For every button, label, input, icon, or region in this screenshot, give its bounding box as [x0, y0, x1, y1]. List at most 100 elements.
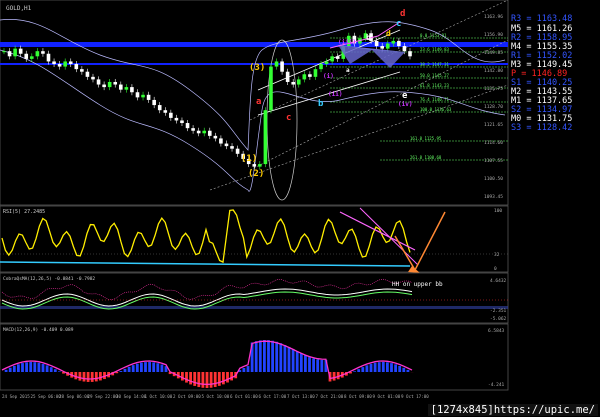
fib-label: 0.0 1153.91: [420, 33, 447, 38]
candle-body: [13, 48, 17, 57]
price-tick: 1100.50: [484, 176, 503, 182]
wave-label-c-top: c: [396, 19, 401, 29]
macd-bar: [291, 349, 295, 372]
candle-body: [74, 64, 79, 70]
macd-bar: [131, 365, 135, 372]
candle-body: [68, 61, 73, 65]
price-tick: 1163.96: [484, 14, 503, 20]
macd-bar: [402, 367, 406, 372]
candle-body: [296, 79, 301, 85]
wave-label-e: e: [402, 91, 408, 101]
candle-body: [52, 61, 56, 65]
candle-body: [169, 112, 173, 118]
time-tick: 5 Oct 10:00: [202, 394, 230, 399]
macd-bar: [304, 355, 307, 372]
macd-bar: [197, 372, 201, 388]
macd-bar: [205, 372, 209, 388]
candle-body: [330, 56, 334, 62]
candle-body: [180, 120, 184, 124]
macd-bar: [181, 372, 184, 381]
fib-label: 76.4 1140.71: [420, 97, 449, 102]
fib-label: 161.8 1125.95: [410, 136, 442, 141]
macd-bar: [222, 372, 225, 385]
macd-bar: [135, 363, 139, 372]
candle-body: [163, 110, 168, 113]
time-tick: 8 Oct 09:00: [344, 394, 372, 399]
candle-body: [141, 94, 145, 98]
price-tick: 1121.65: [484, 122, 503, 128]
macd-bar: [377, 362, 381, 372]
qqe-tick: -2.351: [490, 308, 507, 314]
candle-body: [96, 79, 101, 85]
rsi-label: RSI(5) 27.2485: [3, 209, 45, 215]
macd-bar: [189, 372, 192, 385]
candle-body: [46, 53, 51, 62]
candle-body: [302, 74, 307, 80]
fib-label: 100.0 1136.63: [420, 107, 452, 112]
wave-label-a2: a: [346, 67, 350, 74]
macd-bar: [279, 343, 283, 372]
wave-label-b: b: [318, 99, 324, 109]
candle-body: [402, 46, 407, 52]
macd-bar: [140, 362, 143, 372]
macd-bar: [78, 372, 82, 381]
candle-body: [157, 105, 162, 111]
candle-body: [324, 61, 329, 65]
candle-body: [202, 130, 207, 134]
qqe-note: HH on upper bb: [392, 281, 443, 288]
candle-body: [408, 51, 412, 57]
symbol-title: GOLD,H1: [6, 5, 32, 12]
fib-label: 50.0 1145.27: [420, 73, 449, 78]
macd-bar: [386, 362, 389, 372]
candle-body: [374, 40, 379, 47]
macd-bar: [86, 372, 90, 382]
qqe-tick: -5.062: [490, 316, 507, 322]
candle-body: [2, 51, 6, 53]
macd-bar: [361, 367, 365, 372]
time-tick: 9 Oct 17:00: [401, 394, 429, 399]
fib-label: 261.8 1108.68: [410, 155, 442, 160]
time-tick: 6 Oct 01:00: [230, 394, 258, 399]
candle-body: [213, 135, 218, 139]
time-tick: 7 Oct 21:00: [316, 394, 344, 399]
candle-body: [230, 146, 234, 149]
macd-bar: [94, 372, 98, 382]
time-tick: 2 Oct 09:00: [173, 394, 201, 399]
wave-label-d2: d: [386, 29, 391, 38]
macd-bar: [369, 363, 373, 372]
macd-bar: [365, 365, 369, 372]
wave-label-c: c: [286, 113, 291, 123]
macd-label: MACD(12,26,9) -0.409 0.089: [3, 327, 74, 333]
candle-body: [80, 69, 84, 72]
macd-bar: [8, 367, 12, 372]
macd-bar: [226, 372, 229, 383]
macd-bar: [230, 372, 233, 381]
price-tick: 1149.85: [484, 50, 503, 56]
candle-body: [41, 51, 45, 54]
macd-bar: [193, 372, 197, 386]
candle-body: [7, 51, 12, 57]
candle-body: [85, 71, 90, 77]
candle-body: [291, 81, 296, 85]
wave-label-3: (3): [249, 63, 265, 73]
macd-bar: [299, 353, 303, 372]
candle-body: [30, 56, 34, 59]
macd-bar: [37, 362, 41, 372]
wave-label-2: (2): [248, 169, 264, 179]
macd-bar: [406, 369, 410, 372]
price-tick: 1142.80: [484, 68, 503, 74]
pivot-level-s3: S3 = 1128.42: [511, 123, 573, 133]
macd-bar: [123, 368, 127, 372]
macd-bar: [312, 358, 315, 372]
candle-body: [235, 148, 240, 154]
price-tick: 1114.60: [484, 140, 503, 146]
macd-bar: [25, 362, 28, 372]
wave-label-iv: (iv): [398, 101, 412, 108]
fib-label: 38.2 1147.31: [420, 62, 449, 67]
candle-body: [380, 46, 384, 49]
macd-bar: [295, 351, 299, 372]
rsi-tick: 0: [494, 266, 497, 272]
macd-bar: [21, 363, 24, 372]
rsi-tick: 32: [494, 252, 500, 258]
macd-bar: [4, 369, 8, 372]
